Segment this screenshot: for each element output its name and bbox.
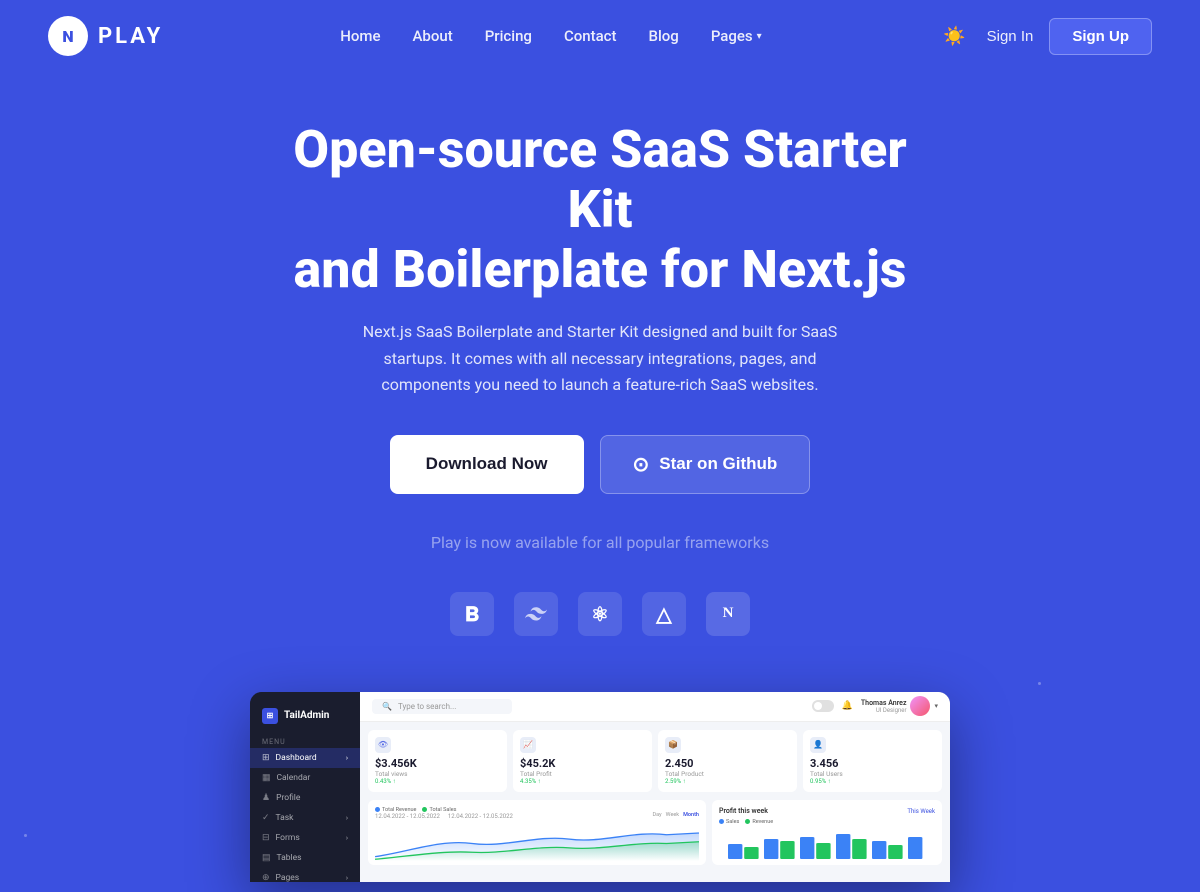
dark-mode-toggle[interactable] xyxy=(812,700,834,712)
stat-value-views: $3.456K xyxy=(375,757,500,770)
sign-up-button[interactable]: Sign Up xyxy=(1049,18,1152,55)
stat-card-profit: 📈 $45.2K Total Profit 4.35% ↑ xyxy=(513,730,652,792)
profit-chart-area xyxy=(719,829,935,859)
chevron-right-icon-forms: › xyxy=(346,834,348,842)
user-role: UI Designer xyxy=(861,707,907,714)
profit-chart: Profit this week This Week Sales Revenue xyxy=(712,800,942,865)
revenue-chart-area xyxy=(375,826,699,861)
chevron-down-icon: ▾ xyxy=(757,31,762,42)
calendar-icon: ▦ xyxy=(262,773,271,783)
theme-toggle-button[interactable]: ☀️ xyxy=(939,20,971,52)
sidebar-item-profile[interactable]: ♟ Profile xyxy=(250,788,360,808)
chevron-right-icon-pages: › xyxy=(346,874,348,882)
stat-value-profit: $45.2K xyxy=(520,757,645,770)
stat-value-product: 2.450 xyxy=(665,757,790,770)
main-nav: Home About Pricing Contact Blog Pages ▾ xyxy=(340,27,761,45)
chevron-right-icon-task: › xyxy=(346,814,348,822)
tailwind-icon xyxy=(514,592,558,636)
nextjs-icon: N xyxy=(706,592,750,636)
notification-icon[interactable]: 🔔 xyxy=(842,701,853,711)
sign-in-button[interactable]: Sign In xyxy=(987,28,1034,45)
nav-pages-dropdown[interactable]: Pages ▾ xyxy=(711,27,762,45)
sidebar-logo-icon: ⊞ xyxy=(262,708,278,724)
sidebar-item-pages[interactable]: ⊕ Pages › xyxy=(250,868,360,882)
dashboard-content: 👁 $3.456K Total views 0.43% ↑ 📈 $45.2K T… xyxy=(360,722,950,882)
pages-icon: ⊕ xyxy=(262,873,270,882)
user-info: Thomas Anrez UI Designer xyxy=(861,699,907,714)
framework-icons: 𝐁 ⚛ △ N xyxy=(20,592,1180,636)
dot-pattern-right: for(let i=0;i<40;i++) document.currentSc… xyxy=(1038,682,1160,756)
nav-blog[interactable]: Blog xyxy=(649,27,679,45)
logo[interactable]: N PLAY xyxy=(48,16,163,56)
astro-icon: △ xyxy=(642,592,686,636)
dashboard-main: 🔍 Type to search... 🔔 Thomas Anrez UI De… xyxy=(360,692,950,882)
revenue-chart: Total Revenue Total Sales 12.04.2022 - 1… xyxy=(368,800,706,865)
stat-label-product: Total Product xyxy=(665,770,790,778)
stat-label-users: Total Users xyxy=(810,770,935,778)
stat-card-users: 👤 3.456 Total Users 0.95% ↑ xyxy=(803,730,942,792)
product-icon: 📦 xyxy=(665,737,681,753)
dot-pattern-left: for(let i=0;i<24;i++) document.currentSc… xyxy=(24,834,114,892)
stat-change-users: 0.95% ↑ xyxy=(810,778,935,785)
stat-change-product: 2.59% ↑ xyxy=(665,778,790,785)
hero-section: Open-source SaaS Starter Kit and Boilerp… xyxy=(0,72,1200,692)
user-name: Thomas Anrez xyxy=(861,699,907,707)
sidebar-logo: ⊞ TailAdmin xyxy=(250,704,360,734)
dashboard-topbar: 🔍 Type to search... 🔔 Thomas Anrez UI De… xyxy=(360,692,950,722)
hero-headline: Open-source SaaS Starter Kit and Boilerp… xyxy=(260,120,940,299)
task-icon: ✓ xyxy=(262,813,270,823)
stat-card-views: 👁 $3.456K Total views 0.43% ↑ xyxy=(368,730,507,792)
sidebar-item-task[interactable]: ✓ Task › xyxy=(250,808,360,828)
hero-buttons: Download Now ⊙ Star on Github xyxy=(20,435,1180,494)
forms-icon: ⊟ xyxy=(262,833,270,843)
nav-home[interactable]: Home xyxy=(340,27,380,45)
stat-card-product: 📦 2.450 Total Product 2.59% ↑ xyxy=(658,730,797,792)
profit-legend: Sales Revenue xyxy=(719,819,935,825)
header: N PLAY Home About Pricing Contact Blog P… xyxy=(0,0,1200,72)
profile-icon: ♟ xyxy=(262,793,270,803)
stat-value-users: 3.456 xyxy=(810,757,935,770)
header-right: ☀️ Sign In Sign Up xyxy=(939,18,1152,55)
react-icon: ⚛ xyxy=(578,592,622,636)
download-now-button[interactable]: Download Now xyxy=(390,435,584,494)
nav-about[interactable]: About xyxy=(412,27,452,45)
sidebar-item-dashboard[interactable]: ⊞ Dashboard › xyxy=(250,748,360,768)
dashboard-sidebar: ⊞ TailAdmin MENU ⊞ Dashboard › ▦ Calenda… xyxy=(250,692,360,882)
frameworks-label: Play is now available for all popular fr… xyxy=(340,530,860,556)
sidebar-item-tables[interactable]: ▤ Tables xyxy=(250,848,360,868)
star-on-github-button[interactable]: ⊙ Star on Github xyxy=(600,435,811,494)
dashboard-icon: ⊞ xyxy=(262,753,270,763)
logo-text: PLAY xyxy=(98,24,163,49)
topbar-right: 🔔 Thomas Anrez UI Designer ▾ xyxy=(812,696,938,716)
dashboard-window: ⊞ TailAdmin MENU ⊞ Dashboard › ▦ Calenda… xyxy=(250,692,950,882)
users-icon: 👤 xyxy=(810,737,826,753)
chart-date-tabs: DayWeekMonth xyxy=(652,812,699,818)
sidebar-item-forms[interactable]: ⊟ Forms › xyxy=(250,828,360,848)
hero-description: Next.js SaaS Boilerplate and Starter Kit… xyxy=(340,319,860,398)
nav-pricing[interactable]: Pricing xyxy=(485,27,532,45)
profit-icon: 📈 xyxy=(520,737,536,753)
bootstrap-icon: 𝐁 xyxy=(450,592,494,636)
search-placeholder: Type to search... xyxy=(398,702,456,711)
stat-change-views: 0.43% ↑ xyxy=(375,778,500,785)
chevron-down-icon: ▾ xyxy=(934,702,938,710)
tables-icon: ▤ xyxy=(262,853,271,863)
dashboard-preview-wrapper: for(let i=0;i<40;i++) document.currentSc… xyxy=(0,692,1200,882)
charts-row: Total Revenue Total Sales 12.04.2022 - 1… xyxy=(368,800,942,865)
github-icon: ⊙ xyxy=(633,452,650,477)
stat-label-views: Total views xyxy=(375,770,500,778)
user-avatar-area: Thomas Anrez UI Designer ▾ xyxy=(861,696,938,716)
avatar xyxy=(910,696,930,716)
views-icon: 👁 xyxy=(375,737,391,753)
logo-icon: N xyxy=(48,16,88,56)
stat-label-profit: Total Profit xyxy=(520,770,645,778)
stats-row: 👁 $3.456K Total views 0.43% ↑ 📈 $45.2K T… xyxy=(368,730,942,792)
sidebar-item-calendar[interactable]: ▦ Calendar xyxy=(250,768,360,788)
chevron-right-icon: › xyxy=(346,754,348,762)
dashboard-search[interactable]: 🔍 Type to search... xyxy=(372,699,512,714)
search-icon: 🔍 xyxy=(382,702,392,711)
stat-change-profit: 4.35% ↑ xyxy=(520,778,645,785)
nav-contact[interactable]: Contact xyxy=(564,27,617,45)
